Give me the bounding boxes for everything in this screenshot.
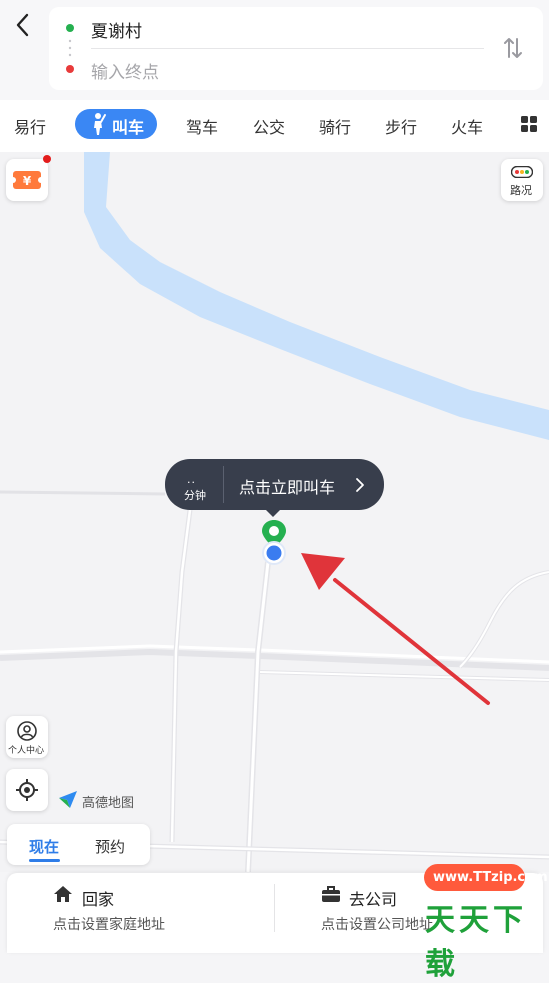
locate-button[interactable] xyxy=(6,769,48,811)
tab-huoche[interactable]: 火车 xyxy=(451,114,483,138)
tab-reserve[interactable]: 预约 xyxy=(95,836,125,857)
notification-dot xyxy=(43,155,51,163)
tab-now[interactable]: 现在 xyxy=(29,836,59,857)
river xyxy=(84,152,549,440)
traffic-button[interactable]: 路况 xyxy=(501,159,543,201)
more-modes-grid-icon[interactable] xyxy=(521,116,537,132)
route-dots-icon xyxy=(68,39,72,57)
origin-dot xyxy=(66,24,74,32)
swap-button[interactable] xyxy=(502,35,524,61)
origin-field[interactable]: 夏谢村 xyxy=(91,17,142,42)
chevron-right-icon xyxy=(356,478,364,492)
panel-divider xyxy=(274,884,275,932)
profile-label: 个人中心 xyxy=(8,746,45,756)
tab-yixing[interactable]: 易行 xyxy=(14,114,46,138)
route-divider xyxy=(91,48,484,49)
back-button[interactable] xyxy=(8,10,38,40)
eta-value: .. xyxy=(187,473,196,486)
road xyxy=(0,490,166,496)
destination-input[interactable]: 输入终点 xyxy=(91,58,159,83)
current-location-icon xyxy=(262,541,286,565)
annotation-arrow xyxy=(301,553,490,705)
home-subtitle[interactable]: 点击设置家庭地址 xyxy=(53,914,165,934)
coupon-button[interactable]: ¥ xyxy=(6,159,48,201)
bubble-tail xyxy=(265,509,281,517)
watermark-site: www.TTzip.com xyxy=(433,870,548,885)
crosshair-icon xyxy=(16,779,38,801)
hail-person-icon xyxy=(94,113,106,135)
profile-button[interactable]: 个人中心 xyxy=(6,716,48,758)
company-subtitle[interactable]: 点击设置公司地址 xyxy=(321,914,433,934)
location-pins xyxy=(262,520,286,565)
user-icon xyxy=(17,721,37,741)
tab-buxing[interactable]: 步行 xyxy=(385,114,417,138)
briefcase-icon xyxy=(322,886,340,902)
coupon-yuan-icon: ¥ xyxy=(10,171,44,189)
eta-unit: 分钟 xyxy=(184,489,206,502)
tab-qixing[interactable]: 骑行 xyxy=(319,114,351,138)
home-icon xyxy=(54,886,72,902)
home-shortcut[interactable]: 回家 xyxy=(82,886,114,910)
tab-jiache[interactable]: 驾车 xyxy=(186,114,218,138)
call-taxi-label: 点击立即叫车 xyxy=(239,478,336,497)
watermark-brand: 天天下载 xyxy=(425,903,527,982)
bubble-divider xyxy=(223,466,224,503)
tab-now-underline xyxy=(29,859,60,862)
company-shortcut[interactable]: 去公司 xyxy=(349,886,397,910)
brand-label: 高德地图 xyxy=(82,796,135,811)
tab-jiaoche-label: 叫车 xyxy=(112,118,145,137)
traffic-light-icon xyxy=(511,166,533,178)
amap-logo-icon xyxy=(59,791,77,808)
swap-arrows-icon xyxy=(504,38,522,58)
tab-gongjiao[interactable]: 公交 xyxy=(253,114,285,138)
svg-text:¥: ¥ xyxy=(23,174,32,188)
destination-dot xyxy=(66,65,74,73)
chevron-left-icon xyxy=(16,13,29,37)
traffic-label: 路况 xyxy=(510,184,532,197)
